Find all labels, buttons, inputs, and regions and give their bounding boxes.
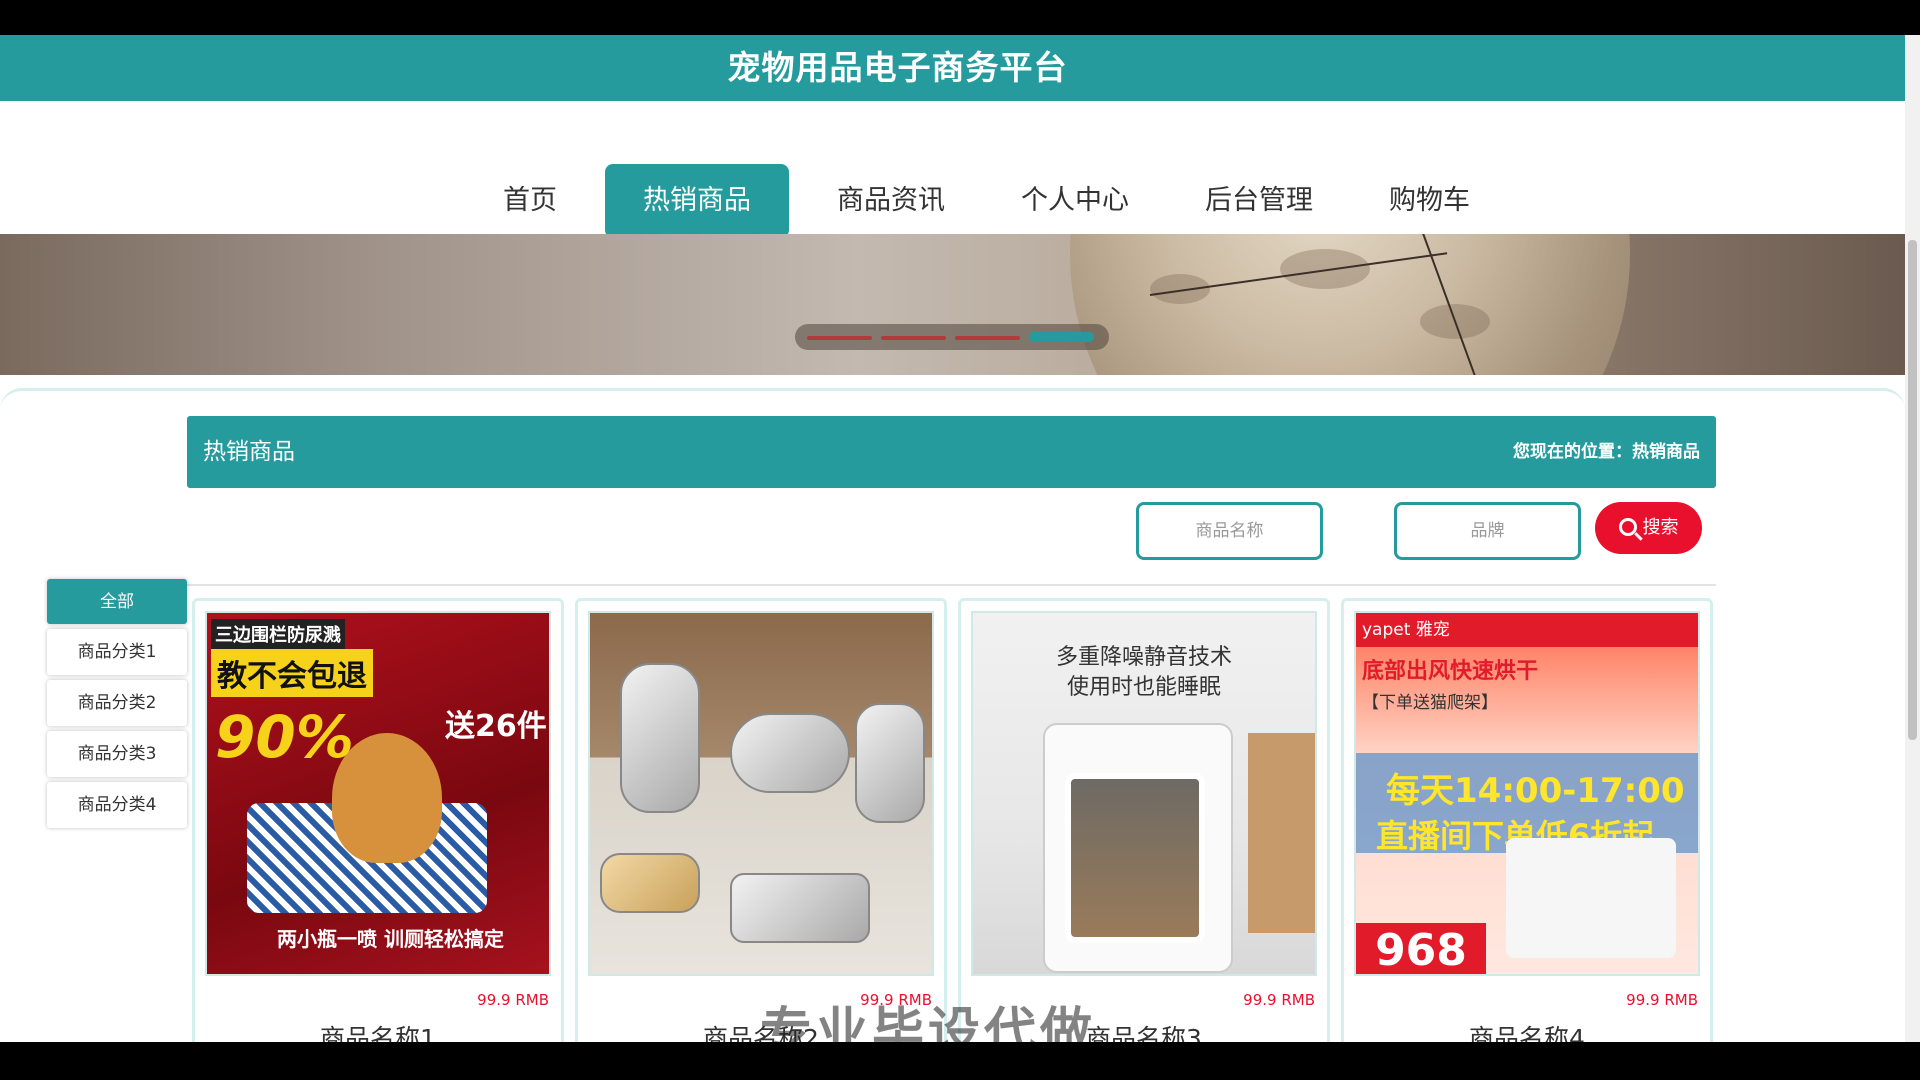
- product-image-text: 教不会包退: [211, 649, 373, 697]
- category-list: 全部 商品分类1 商品分类2 商品分类3 商品分类4: [47, 579, 187, 833]
- search-icon: [1618, 518, 1637, 536]
- search-button-label: 搜索: [1642, 517, 1679, 538]
- product-card[interactable]: 三边围栏防尿溅 教不会包退 90% 送26件 两小瓶一喷 训厕轻松搞定 99.9…: [192, 598, 564, 1068]
- product-image-text: 三边围栏防尿溅: [211, 619, 345, 649]
- product-image-decor: [1065, 773, 1205, 943]
- search-button[interactable]: 搜索: [1595, 502, 1702, 554]
- category-all[interactable]: 全部: [47, 579, 187, 624]
- nav-home[interactable]: 首页: [465, 164, 595, 238]
- product-image[interactable]: [588, 611, 934, 976]
- breadcrumb: 您现在的位置：热销商品: [1513, 442, 1700, 462]
- product-image-decor: [1248, 733, 1315, 933]
- nav-admin[interactable]: 后台管理: [1167, 164, 1351, 238]
- product-price: 99.9 RMB: [1626, 991, 1698, 1009]
- carousel-dot-3[interactable]: [955, 336, 1020, 340]
- pet-tag-graphic: [620, 663, 700, 813]
- nav-personal-center[interactable]: 个人中心: [983, 164, 1167, 238]
- product-image[interactable]: yapet 雅宠 底部出风快速烘干 【下单送猫爬架】 每天14:00-17:00…: [1354, 611, 1700, 976]
- product-card[interactable]: yapet 雅宠 底部出风快速烘干 【下单送猫爬架】 每天14:00-17:00…: [1341, 598, 1713, 1068]
- section-title: 热销商品: [203, 439, 295, 465]
- scrollbar[interactable]: [1905, 35, 1920, 1042]
- pet-tag-graphic: [600, 853, 700, 913]
- nav-product-news[interactable]: 商品资讯: [799, 164, 983, 238]
- divider: [187, 584, 1716, 586]
- carousel-indicators: [795, 324, 1109, 350]
- product-image-text: 多重降噪静音技术 使用时也能睡眠: [1055, 645, 1232, 700]
- category-item-2[interactable]: 商品分类2: [47, 680, 187, 726]
- product-image-decor: [1506, 838, 1676, 958]
- site-header: 宠物用品电子商务平台: [0, 35, 1905, 101]
- site-title: 宠物用品电子商务平台: [727, 48, 1068, 87]
- nav-cart[interactable]: 购物车: [1351, 164, 1508, 238]
- product-grid: 三边围栏防尿溅 教不会包退 90% 送26件 两小瓶一喷 训厕轻松搞定 99.9…: [192, 598, 1713, 1068]
- scrollbar-thumb[interactable]: [1908, 240, 1917, 740]
- product-image-text: yapet 雅宠: [1356, 613, 1698, 647]
- brand-search-input[interactable]: 品牌: [1394, 502, 1581, 560]
- letterbox-bottom: [0, 1042, 1920, 1080]
- banner-carousel[interactable]: [0, 234, 1905, 375]
- product-image-text: 【下单送猫爬架】: [1362, 693, 1498, 713]
- nav-hot-products[interactable]: 热销商品: [605, 164, 789, 238]
- product-image-text: 送26件: [445, 709, 547, 744]
- carousel-dot-4[interactable]: [1029, 332, 1094, 342]
- product-price: 99.9 RMB: [1243, 991, 1315, 1009]
- product-image[interactable]: 多重降噪静音技术 使用时也能睡眠: [971, 611, 1317, 976]
- category-item-4[interactable]: 商品分类4: [47, 782, 187, 828]
- section-header: 热销商品 您现在的位置：热销商品: [187, 416, 1716, 488]
- pet-tag-graphic: [855, 703, 925, 823]
- letterbox-top: [0, 0, 1920, 35]
- carousel-dot-2[interactable]: [881, 336, 946, 340]
- carousel-dot-1[interactable]: [807, 336, 872, 340]
- product-image-text: 每天14:00-17:00: [1386, 771, 1685, 811]
- product-name-search-input[interactable]: 商品名称: [1136, 502, 1323, 560]
- product-price: 99.9 RMB: [477, 991, 549, 1009]
- product-image[interactable]: 三边围栏防尿溅 教不会包退 90% 送26件 两小瓶一喷 训厕轻松搞定: [205, 611, 551, 976]
- product-image-text: 90%: [215, 703, 354, 771]
- pet-tag-graphic: [730, 713, 850, 793]
- category-item-1[interactable]: 商品分类1: [47, 629, 187, 675]
- category-item-3[interactable]: 商品分类3: [47, 731, 187, 777]
- product-image-text: 底部出风快速烘干: [1362, 659, 1539, 684]
- pet-tag-graphic: [730, 873, 870, 943]
- product-image-text: 968: [1356, 923, 1486, 974]
- product-image-text: 两小瓶一喷 训厕轻松搞定: [277, 927, 504, 951]
- screen: 宠物用品电子商务平台 首页 热销商品 商品资讯 个人中心 后台管理 购物车 热销…: [0, 0, 1920, 1080]
